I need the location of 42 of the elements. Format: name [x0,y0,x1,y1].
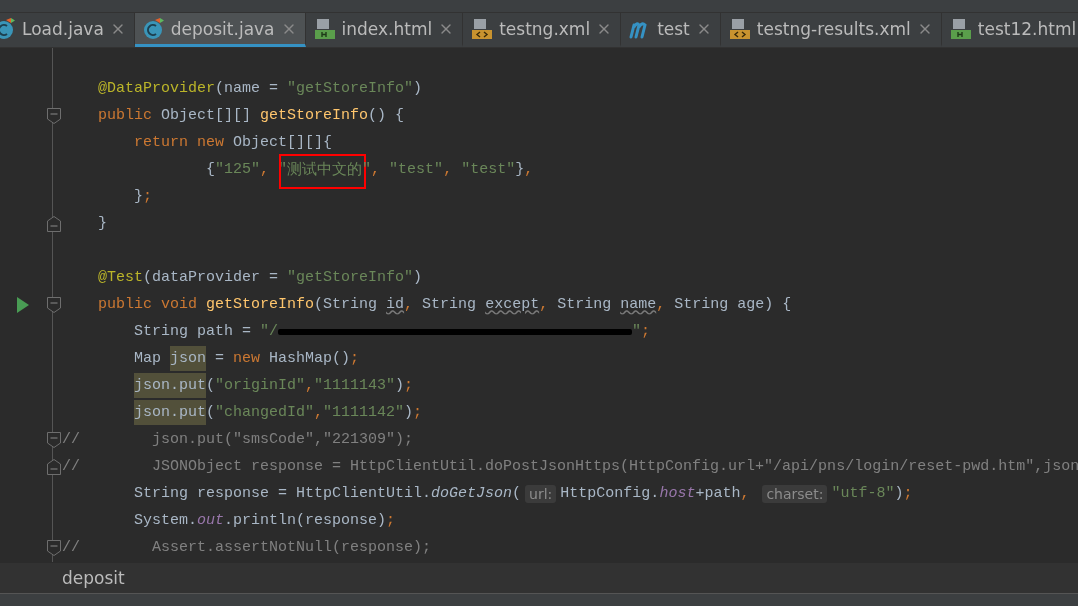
html-file-icon [313,17,336,40]
code-text: public Object[][] getStoreInfo() { [97,107,405,124]
parameter-hint: charset: [762,484,828,503]
tab-label: test12.html [977,18,1077,39]
fold-collapse-icon[interactable] [46,430,62,449]
code-text: "; [632,323,651,340]
xml-file-icon [471,17,494,40]
fold-collapse-icon[interactable] [46,106,62,125]
code-text: // Assert.assertNotNull(response); [62,539,432,556]
code-text: // json.put("smsCode","221309"); [62,431,414,448]
code-text: return new Object[][]{ [133,134,333,151]
run-icon[interactable] [17,296,29,313]
tab-label: Load.java [22,18,104,39]
code-text: System.out.println(response); [133,512,396,529]
code-text: String path = "/ [133,323,279,340]
editor-tab[interactable]: Load.java [0,13,135,47]
xml-file-icon [728,17,751,40]
tab-label: testng.xml [499,18,591,39]
fold-collapse-icon[interactable] [46,538,62,557]
code-text: ", "test", "test"}, [362,161,534,178]
tab-label: index.html [341,18,433,39]
code-text: } [97,215,107,232]
tab-label: testng-results.xml [756,18,911,39]
code-text: @DataProvider(name = "getStoreInfo") [97,80,423,97]
html-file-icon [949,17,972,40]
code-text: HttpConfig.host+path, [560,485,751,502]
class-file-icon [142,17,165,40]
code-text: String response = HttpClientUtil.doGetJson( [133,485,522,502]
parameter-hint: url: [525,484,557,503]
fold-end-icon[interactable] [46,214,62,233]
code-text: }; [133,188,153,205]
code-text: @Test(dataProvider = "getStoreInfo") [97,269,423,286]
code-text: "utf-8"); [831,485,913,502]
class-file-icon [0,17,16,40]
code-text: // JSONObject response = HttpClientUtil.doPostJsonHttps(HttpConfig.url+"/api/pns/login/reset-pwd.htm",json [62,458,1078,475]
code-text: public void getStoreInfo(String id, String except, String name, String age) { [97,296,792,313]
editor-tab[interactable]: deposit.java [134,13,306,47]
tab-label: deposit.java [170,18,275,39]
fold-collapse-icon[interactable] [46,295,62,314]
breadcrumb[interactable]: deposit [62,568,125,588]
fold-end-icon[interactable] [46,457,62,476]
tab-label: test [657,18,690,39]
